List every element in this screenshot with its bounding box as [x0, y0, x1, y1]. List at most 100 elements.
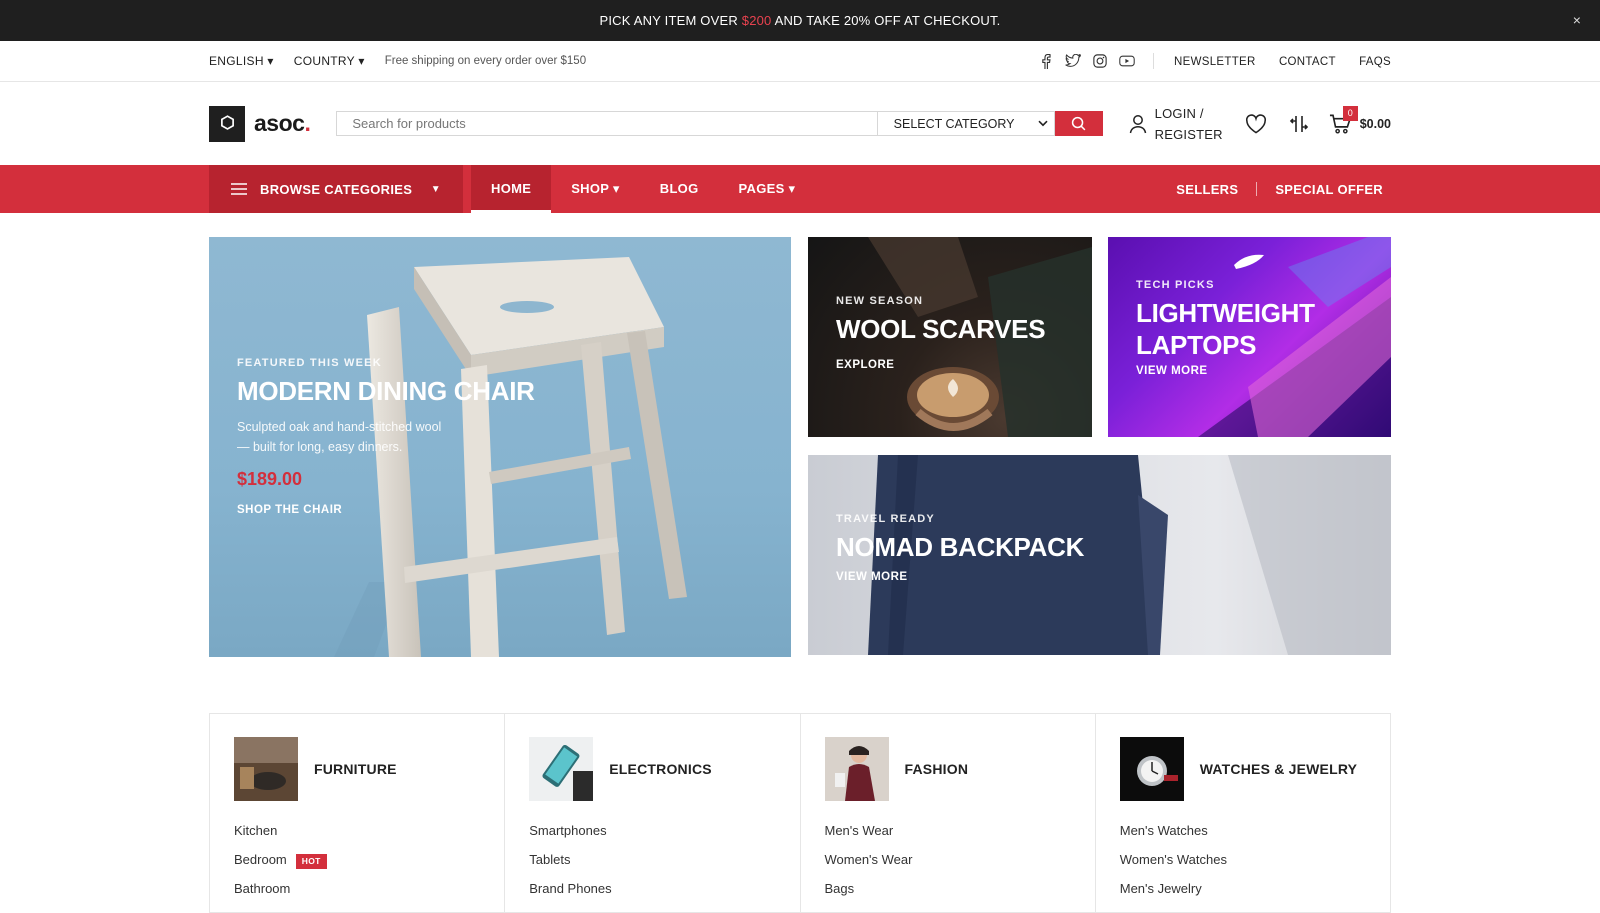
cart-count-badge: 0: [1342, 105, 1358, 121]
top-links: NEWSLETTER CONTACT FAQS: [1174, 54, 1391, 68]
youtube-icon[interactable]: [1118, 53, 1135, 69]
category-card-furniture: FURNITURE Kitchen Bedroom HOT Bathroom: [210, 714, 506, 912]
scarves-title: WOOL SCARVES: [836, 314, 1046, 344]
backpack-tile-content: TRAVEL READY NOMAD BACKPACK VIEW MORE: [836, 513, 1084, 585]
sellers-link[interactable]: SELLERS: [1176, 182, 1238, 197]
nav-right-links: SELLERS SPECIAL OFFER: [1176, 182, 1391, 197]
twitter-icon[interactable]: [1064, 53, 1081, 69]
category-select-label: SELECT CATEGORY: [893, 116, 1015, 131]
category-card-electronics: ELECTRONICS Smartphones Tablets Brand Ph…: [505, 714, 801, 912]
shipping-notice: Free shipping on every order over $150: [384, 55, 587, 67]
category-furniture-link[interactable]: FURNITURE: [234, 737, 480, 801]
site-header: asoc. SELECT CATEGORY LOGIN / REGISTER: [0, 82, 1600, 165]
facebook-icon[interactable]: [1037, 53, 1054, 69]
sublink-brand-phones[interactable]: Brand Phones: [529, 879, 775, 908]
sublink-mens-jewelry[interactable]: Men's Jewelry: [1120, 879, 1366, 908]
fashion-thumbnail: [824, 737, 889, 801]
compare-icon[interactable]: [1289, 114, 1309, 134]
faqs-link[interactable]: FAQS: [1359, 56, 1391, 68]
social-links: [1037, 53, 1154, 69]
chair-kicker: FEATURED THIS WEEK: [237, 357, 382, 369]
hero-tile-scarves[interactable]: NEW SEASON WOOL SCARVES EXPLORE: [808, 237, 1092, 437]
nav-item-blog[interactable]: BLOG: [640, 165, 719, 213]
sublink-tablets[interactable]: Tablets: [529, 850, 775, 879]
search-button[interactable]: [1054, 111, 1103, 136]
category-select[interactable]: SELECT CATEGORY: [876, 111, 1055, 136]
category-card-fashion: FASHION Men's Wear Women's Wear Bags: [801, 714, 1096, 912]
special-offer-link[interactable]: SPECIAL OFFER: [1275, 182, 1383, 197]
chair-description: Sculpted oak and hand-stitched wool — bu…: [237, 420, 442, 454]
laptops-tile-content: TECH PICKS LIGHTWEIGHT LAPTOPS VIEW MORE: [1136, 279, 1315, 379]
hero-banners: FEATURED THIS WEEK MODERN DINING CHAIR S…: [0, 213, 1600, 703]
promo-text: PICK ANY ITEM OVER $200 AND TAKE 20% OFF…: [599, 13, 1001, 28]
sublink-womens-watches[interactable]: Women's Watches: [1120, 850, 1366, 879]
newsletter-link[interactable]: NEWSLETTER: [1174, 56, 1256, 68]
category-title: WATCHES & JEWELRY: [1199, 761, 1358, 777]
nav-item-home[interactable]: HOME: [471, 165, 552, 213]
sublink-bags[interactable]: Bags: [825, 879, 1071, 908]
sublink-bedroom[interactable]: Bedroom HOT: [234, 850, 480, 879]
promo-highlight: $200: [741, 13, 772, 28]
category-title: FASHION: [904, 761, 969, 777]
category-sublist: Kitchen Bedroom HOT Bathroom: [234, 821, 480, 908]
sublink-smartphones[interactable]: Smartphones: [529, 821, 775, 850]
top-bar: ENGLISH ▾ COUNTRY ▾ Free shipping on eve…: [0, 41, 1600, 82]
search-icon: [1071, 116, 1086, 131]
furniture-thumbnail: [234, 737, 298, 801]
sublink-bathroom[interactable]: Bathroom: [234, 879, 480, 908]
category-title: FURNITURE: [314, 761, 397, 777]
logo[interactable]: asoc.: [209, 105, 311, 142]
login-label: LOGIN /: [1154, 105, 1204, 121]
nav-item-pages[interactable]: PAGES ▾: [719, 165, 816, 213]
wishlist-heart-icon[interactable]: [1245, 113, 1267, 134]
scarves-kicker: NEW SEASON: [836, 295, 924, 307]
shop-the-chair-link[interactable]: SHOP THE CHAIR: [237, 504, 342, 516]
account-link[interactable]: LOGIN / REGISTER: [1129, 103, 1223, 145]
category-grid: FURNITURE Kitchen Bedroom HOT Bathroom EL…: [209, 713, 1391, 913]
category-sublist: Smartphones Tablets Brand Phones: [529, 821, 775, 908]
hero-tile-chair[interactable]: FEATURED THIS WEEK MODERN DINING CHAIR S…: [209, 237, 791, 657]
category-title: ELECTRONICS: [609, 761, 712, 777]
nav-item-shop[interactable]: SHOP ▾: [551, 165, 640, 213]
chair-title: MODERN DINING CHAIR: [237, 376, 535, 406]
category-watches-link[interactable]: WATCHES & JEWELRY: [1119, 737, 1366, 801]
promo-bar: PICK ANY ITEM OVER $200 AND TAKE 20% OFF…: [0, 0, 1600, 41]
hero-tile-laptops[interactable]: TECH PICKS LIGHTWEIGHT LAPTOPS VIEW MORE: [1108, 237, 1391, 437]
chair-price: $189.00: [237, 469, 303, 489]
browse-categories-button[interactable]: BROWSE CATEGORIES ▼: [209, 165, 463, 213]
category-card-watches: WATCHES & JEWELRY Men's Watches Women's …: [1096, 714, 1390, 912]
search-input[interactable]: [336, 111, 877, 136]
contact-link[interactable]: CONTACT: [1279, 56, 1336, 68]
sublink-mens-watches[interactable]: Men's Watches: [1120, 821, 1366, 850]
category-electronics-link[interactable]: ELECTRONICS: [529, 737, 775, 801]
logo-mark: [209, 105, 245, 142]
language-select[interactable]: ENGLISH ▾: [209, 54, 274, 68]
sublink-mens-wear[interactable]: Men's Wear: [825, 821, 1071, 850]
laptops-kicker: TECH PICKS: [1136, 279, 1215, 291]
laptops-view-more-link[interactable]: VIEW MORE: [1136, 365, 1208, 377]
cart-total: $0.00: [1359, 116, 1391, 131]
backpack-view-more-link[interactable]: VIEW MORE: [836, 571, 908, 583]
country-select[interactable]: COUNTRY ▾: [294, 54, 365, 68]
watches-thumbnail: [1119, 737, 1184, 801]
close-icon[interactable]: ×: [1568, 11, 1586, 29]
browse-categories-label: BROWSE CATEGORIES: [260, 181, 413, 197]
category-fashion-link[interactable]: FASHION: [824, 737, 1071, 801]
explore-link[interactable]: EXPLORE: [836, 359, 894, 371]
register-label: REGISTER: [1154, 126, 1223, 142]
chevron-down-icon: [1038, 120, 1048, 127]
hero-tile-backpack[interactable]: TRAVEL READY NOMAD BACKPACK VIEW MORE: [808, 455, 1391, 655]
chair-tile-content: FEATURED THIS WEEK MODERN DINING CHAIR S…: [237, 357, 535, 518]
user-icon: [1129, 114, 1146, 133]
sublink-kitchen[interactable]: Kitchen: [234, 821, 480, 850]
scarves-tile-content: NEW SEASON WOOL SCARVES EXPLORE: [836, 295, 1046, 373]
instagram-icon[interactable]: [1091, 53, 1108, 69]
backpack-title: NOMAD BACKPACK: [836, 532, 1085, 562]
sublink-womens-wear[interactable]: Women's Wear: [825, 850, 1071, 879]
logo-text: asoc.: [254, 110, 311, 136]
cart-button[interactable]: 0 $0.00: [1329, 105, 1391, 135]
hamburger-icon: [231, 183, 247, 195]
backpack-kicker: TRAVEL READY: [836, 513, 935, 525]
search-bar: SELECT CATEGORY: [336, 111, 1103, 136]
category-sublist: Men's Watches Women's Watches Men's Jewe…: [1120, 821, 1366, 908]
